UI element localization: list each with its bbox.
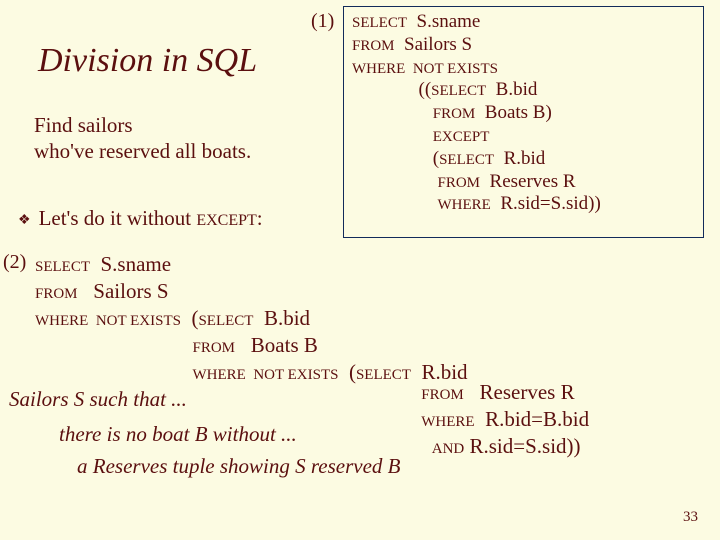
q1-l8-kw: FROM [438,175,481,191]
q1-l2-kw: FROM [352,38,395,54]
q2-l2-rest: Sailors S [78,279,169,303]
subtitle-line1: Find sailors [34,113,133,137]
q1-l1-kw: SELECT [352,15,407,31]
q2-l1-rest: S.sname [90,252,171,276]
slide-number: 33 [683,509,698,526]
q1-l4-rest: B.bid [486,79,537,100]
query1-box: SELECT S.sname FROM Sailors S WHERE NOT … [343,6,704,238]
slide-title: Division in SQL [38,42,257,80]
query2-tail: FROM Reserves R WHERE R.bid=B.bid AND R.… [353,379,589,460]
q2-l8-kw: AND [432,441,465,457]
q2-l3-mid-kw: SELECT [198,313,253,329]
q1-l4-kw: SELECT [431,83,486,99]
q2-l8-rest: R.sid=S.sid)) [464,434,580,458]
q2-l7-rest: R.bid=B.bid [475,407,590,431]
q2-l4-rest: Boats B [235,333,318,357]
bullet-prefix: Let's do it without [39,206,197,230]
q2-l2-kw: FROM [35,286,78,302]
explain-line-2: there is no boat B without ... [59,422,297,447]
q2-l7-kw: WHERE [421,414,474,430]
bullet-except-kw: EXCEPT [196,212,256,229]
q2-l1-kw: SELECT [35,259,90,275]
explain-line-1: Sailors S such that ... [9,387,187,412]
q1-l9-rest: R.sid=S.sid)) [491,193,601,214]
q1-l8-rest: Reserves R [480,171,576,192]
subtitle-line2: who've reserved all boats. [34,139,251,163]
q1-l1-rest: S.sname [407,11,480,32]
q1-l3-kw: WHERE NOT EXISTS [352,61,498,77]
q1-l7-kw: SELECT [439,152,494,168]
q2-l3-rest: B.bid [253,306,310,330]
query2-label: (2) [3,251,26,274]
q2-l5-kw: WHERE NOT EXISTS [193,367,339,383]
query2-block: SELECT S.sname FROM Sailors S WHERE NOT … [35,251,468,385]
q1-l2-rest: Sailors S [395,34,473,55]
q1-l5-rest: Boats B) [475,102,552,123]
q1-l9-kw: WHERE [438,197,491,213]
bullet-suffix: : [257,206,263,230]
q2-l3-kw: WHERE NOT EXISTS [35,313,181,329]
subtitle: Find sailors who've reserved all boats. [34,112,251,165]
q1-l5-kw: FROM [433,106,476,122]
diamond-bullet-icon: ❖ [18,212,31,229]
q2-l4-kw: FROM [193,340,236,356]
bullet-text: Let's do it without EXCEPT: [39,206,263,231]
q1-l6-kw: EXCEPT [433,129,490,145]
query1-label: (1) [311,10,334,33]
q2-l6-kw: FROM [421,387,464,403]
bullet-item: ❖ Let's do it without EXCEPT: [18,206,263,231]
q2-l6-rest: Reserves R [464,380,575,404]
q1-l7-rest: R.bid [494,148,545,169]
explain-line-3: a Reserves tuple showing S reserved B [77,454,400,479]
